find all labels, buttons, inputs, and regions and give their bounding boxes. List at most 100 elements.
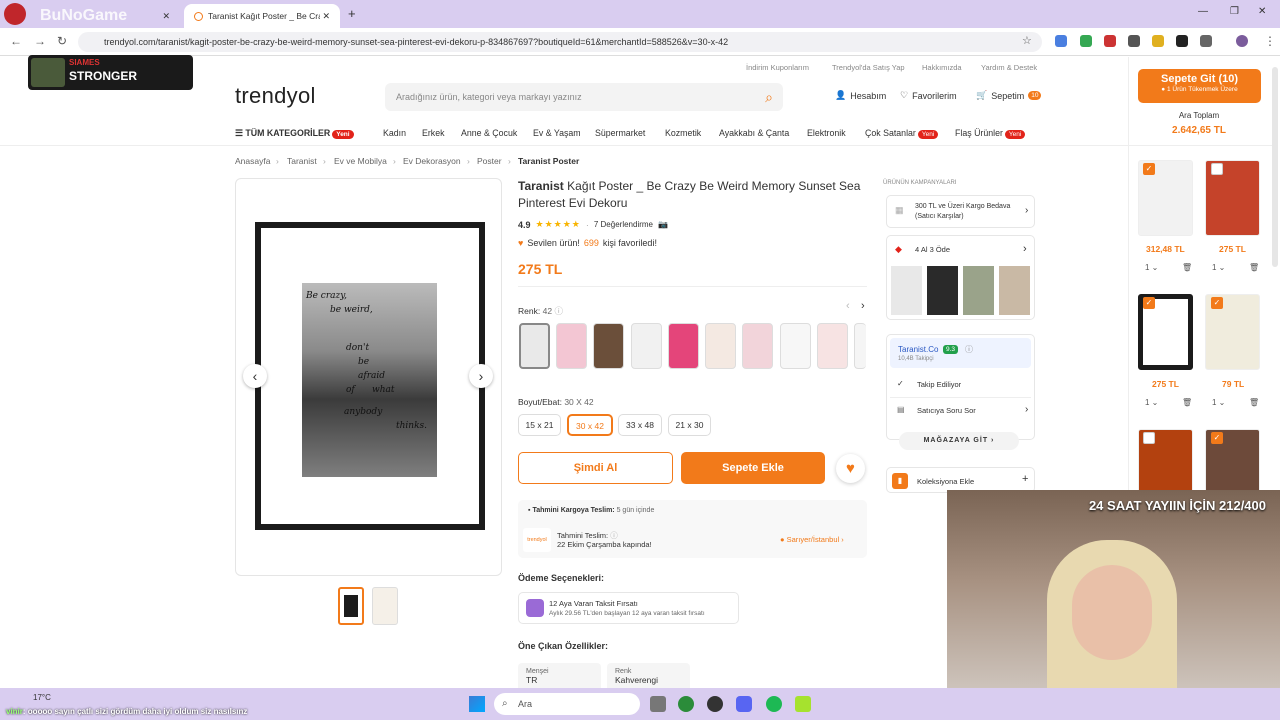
ask-seller-button[interactable]: Satıcıya Soru Sor [917,406,976,415]
trash-icon[interactable]: 🗑 [1249,263,1259,272]
favorites-link[interactable]: ♡ Favorilerim [900,90,957,101]
extension-icon[interactable] [1176,35,1188,47]
product-image[interactable]: Be crazy, be weird, don't be afraid of w… [261,228,479,524]
color-swatch[interactable] [817,323,848,369]
breadcrumb-item[interactable]: Ev ve Mobilya [334,156,387,166]
category-link[interactable]: Elektronik [807,128,846,138]
size-option[interactable]: 15 x 21 [518,414,561,436]
forward-icon[interactable]: → [34,34,46,48]
follow-button[interactable]: Takip Ediliyor [917,380,961,389]
trash-icon[interactable]: 🗑 [1182,398,1192,407]
free-shipping-card[interactable]: ▦ 300 TL ve Üzeri Kargo Bedava (Satıcı K… [886,195,1035,228]
gallery-thumbnail[interactable] [338,587,364,625]
go-to-store-button[interactable]: MAĞAZAYA GİT › [899,432,1019,450]
browser-tab-active[interactable]: Taranist Kağıt Poster _ Be Crazy ✕ [184,4,340,28]
chevron-right-icon[interactable]: › [861,300,865,312]
extensions-puzzle-icon[interactable] [1200,35,1212,47]
category-link[interactable]: Ayakkabı & Çanta [719,128,789,138]
category-link[interactable]: Ev & Yaşam [533,128,581,138]
taskbar-search[interactable]: ⌕ Ara [494,693,640,715]
top-link[interactable]: Hakkımızda [922,63,962,72]
windows-start-icon[interactable] [469,696,485,712]
breadcrumb-item[interactable]: Poster [477,156,502,166]
reviews-link[interactable]: 7 Değerlendirme [594,220,653,229]
extension-icon[interactable] [1104,35,1116,47]
go-to-cart-button[interactable]: Sepete Git (10) ● 1 Ürün Tükenmek Üzere [1138,69,1261,103]
color-swatch[interactable] [668,323,699,369]
color-swatch[interactable] [780,323,811,369]
color-swatch-selected[interactable] [519,323,550,369]
task-view-icon[interactable] [650,696,666,712]
size-option-selected[interactable]: 30 x 42 [567,414,613,436]
cart-link[interactable]: 🛒 Sepetim 10 [976,90,1042,101]
extension-icon[interactable] [1055,35,1067,47]
extension-icon[interactable] [1128,35,1140,47]
checkbox-checked-icon[interactable]: ✓ [1143,163,1155,175]
site-logo[interactable]: trendyol [235,83,316,109]
quantity-select[interactable]: 1 ⌄ [1145,263,1158,272]
search-icon[interactable]: ⌕ [765,83,773,111]
color-swatch[interactable] [742,323,773,369]
color-swatch[interactable] [556,323,587,369]
weather-temp[interactable]: 17°C [33,693,51,702]
trash-icon[interactable]: 🗑 [1182,263,1192,272]
category-link[interactable]: Çok Satanlar Yeni [865,128,939,139]
color-swatch[interactable] [854,323,866,369]
discord-icon[interactable] [736,696,752,712]
delivery-location[interactable]: ● Sarıyer/İstanbul › [780,535,844,544]
category-link[interactable]: Erkek [422,128,445,138]
category-link[interactable]: Süpermarket [595,128,645,138]
maximize-icon[interactable]: ❐ [1230,6,1239,17]
top-link[interactable]: İndirim Kuponlarım [746,63,809,72]
weather-icon[interactable] [5,690,27,702]
profile-avatar[interactable] [1236,35,1248,47]
color-swatch[interactable] [705,323,736,369]
extension-icon[interactable] [1152,35,1164,47]
all-categories-menu[interactable]: ☰ TÜM KATEGORİLER Yeni [235,128,354,139]
chevron-left-icon[interactable]: ‹ [846,300,850,312]
deal-product-image[interactable] [963,266,994,315]
obs-icon[interactable] [707,696,723,712]
top-link[interactable]: Yardım & Destek [981,63,1037,72]
close-icon[interactable]: ✕ [162,11,170,22]
checkbox-checked-icon[interactable]: ✓ [1211,432,1223,444]
breadcrumb-item[interactable]: Ev Dekorasyon [403,156,461,166]
size-option[interactable]: 21 x 30 [668,414,711,436]
product-brand[interactable]: Taranist [518,179,564,193]
trash-icon[interactable]: 🗑 [1249,398,1259,407]
checkbox-checked-icon[interactable]: ✓ [1211,297,1223,309]
installment-card[interactable]: 12 Aya Varan Taksit Fırsatı Aylık 29.56 … [518,592,739,624]
category-link[interactable]: Flaş Ürünler Yeni [955,128,1026,139]
gallery-next-button[interactable]: › [469,364,493,388]
scrollbar[interactable] [1272,67,1278,267]
checkbox-icon[interactable] [1143,432,1155,444]
seller-name[interactable]: Taranist.Co [898,345,938,354]
category-link[interactable]: Anne & Çocuk [461,128,517,138]
gallery-thumbnail[interactable] [372,587,398,625]
reload-icon[interactable]: ↻ [57,34,67,48]
extension-icon[interactable] [1080,35,1092,47]
menu-icon[interactable]: ⋮ [1264,34,1276,48]
close-icon[interactable]: ✕ [322,11,330,22]
quantity-select[interactable]: 1 ⌄ [1145,398,1158,407]
top-link[interactable]: Trendyol'da Satış Yap [832,63,905,72]
color-swatch[interactable] [631,323,662,369]
category-link[interactable]: Kozmetik [665,128,701,138]
chrome-icon[interactable] [678,696,694,712]
bookmark-star-icon[interactable]: ☆ [1022,34,1032,47]
back-icon[interactable]: ← [10,34,22,48]
favorite-heart-button[interactable]: ♥ [836,454,865,483]
quantity-select[interactable]: 1 ⌄ [1212,263,1225,272]
deal-card[interactable]: ◆ 4 Al 3 Öde › [886,235,1035,320]
checkbox-checked-icon[interactable]: ✓ [1143,297,1155,309]
live-app-icon[interactable] [795,696,811,712]
account-link[interactable]: 👤 Hesabım [835,90,886,101]
color-swatch[interactable] [593,323,624,369]
checkbox-icon[interactable] [1211,163,1223,175]
spotify-icon[interactable] [766,696,782,712]
minimize-icon[interactable]: — [1198,6,1208,17]
search-input[interactable]: Aradığınız ürün, kategori veya markayı y… [385,83,783,111]
quantity-select[interactable]: 1 ⌄ [1212,398,1225,407]
breadcrumb-item[interactable]: Taranist [287,156,317,166]
deal-product-image[interactable] [927,266,958,315]
